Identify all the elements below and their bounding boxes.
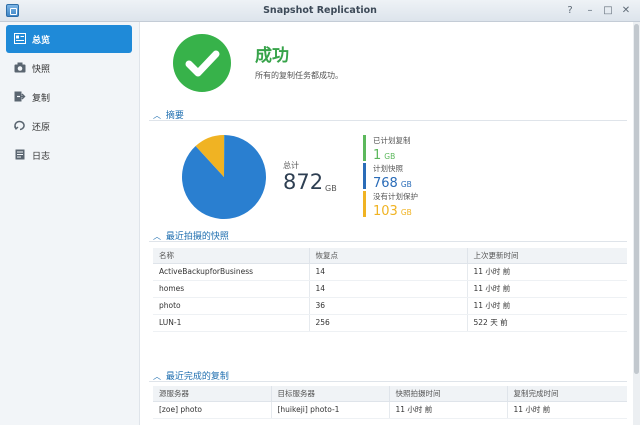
snapshot-restore-points: 14 xyxy=(309,280,468,298)
snapshot-last-updated: 11 小时 前 xyxy=(467,280,627,298)
overview-icon xyxy=(14,33,26,44)
legend-item-scheduled-replication: 已计划复制 1 GB xyxy=(363,135,453,163)
column-header[interactable]: 源服务器 xyxy=(153,386,272,402)
storage-pie-chart xyxy=(182,135,266,219)
help-button[interactable]: ? xyxy=(563,4,577,18)
table-row[interactable]: ActiveBackupforBusiness 14 11 小时 前 xyxy=(153,263,627,281)
snapshot-restore-points: 36 xyxy=(309,297,468,315)
status-title: 成功 xyxy=(255,46,289,66)
legend-value: 768 xyxy=(373,176,398,191)
divider xyxy=(149,381,627,382)
replication-snapshot-time: 11 小时 前 xyxy=(389,401,508,419)
column-header[interactable]: 目标服务器 xyxy=(271,386,390,402)
snapshot-last-updated: 11 小时 前 xyxy=(467,263,627,281)
snapshot-name: photo xyxy=(153,297,310,315)
column-header[interactable]: 名称 xyxy=(153,248,310,264)
legend-unit: GB xyxy=(384,152,396,161)
legend-value: 103 xyxy=(373,204,398,219)
legend-item-scheduled-snapshot: 计划快照 768 GB xyxy=(363,163,453,191)
total-value: 872 xyxy=(283,170,324,194)
table-row[interactable]: homes 14 11 小时 前 xyxy=(153,280,627,298)
total-unit: GB xyxy=(325,184,337,193)
window-title: Snapshot Replication xyxy=(263,5,377,16)
snapshots-table: 名称 恢复点 上次更新时间 ActiveBackupforBusiness 14… xyxy=(153,248,627,332)
vertical-scrollbar[interactable] xyxy=(633,22,640,425)
legend-label: 没有计划保护 xyxy=(373,192,418,201)
table-row[interactable]: [zoe] photo [huikeji] photo-1 11 小时 前 11… xyxy=(153,401,627,419)
column-header[interactable]: 上次更新时间 xyxy=(467,248,627,264)
status-description: 所有的复制任务都成功。 xyxy=(255,71,343,80)
restore-icon xyxy=(14,120,25,131)
snapshot-restore-points: 256 xyxy=(309,314,468,332)
snapshot-last-updated: 522 天 前 xyxy=(467,314,627,332)
snapshot-last-updated: 11 小时 前 xyxy=(467,297,627,315)
replication-target: [huikeji] photo-1 xyxy=(271,401,390,419)
sidebar-item-label: 复制 xyxy=(32,94,51,104)
sidebar: 总览 快照 复制 还原 日志 xyxy=(0,22,140,425)
legend-label: 已计划复制 xyxy=(373,136,411,145)
sidebar-item-snapshot[interactable]: 快照 xyxy=(6,54,132,82)
snapshot-restore-points: 14 xyxy=(309,263,468,281)
replication-source: [zoe] photo xyxy=(153,401,272,419)
maximize-button[interactable]: □ xyxy=(601,4,615,18)
sidebar-item-log[interactable]: 日志 xyxy=(6,141,132,169)
legend-item-unprotected: 没有计划保护 103 GB xyxy=(363,191,453,219)
replication-completed-time: 11 小时 前 xyxy=(507,401,627,419)
replications-table: 源服务器 目标服务器 快照拍摄时间 复制完成时间 [zoe] photo [hu… xyxy=(153,386,627,419)
legend-label: 计划快照 xyxy=(373,164,403,173)
sidebar-item-label: 快照 xyxy=(32,65,51,75)
scrollbar-thumb[interactable] xyxy=(634,24,639,374)
sidebar-item-label: 日志 xyxy=(32,152,51,162)
minimize-button[interactable]: – xyxy=(583,4,597,18)
divider xyxy=(149,120,627,121)
window-titlebar: Snapshot Replication ? – □ ✕ xyxy=(0,0,640,22)
sidebar-item-label: 还原 xyxy=(32,123,51,133)
sidebar-item-restore[interactable]: 还原 xyxy=(6,112,132,140)
table-header-row: 名称 恢复点 上次更新时间 xyxy=(153,248,627,264)
legend-value: 1 xyxy=(373,148,382,163)
sidebar-item-overview[interactable]: 总览 xyxy=(6,25,132,53)
snapshot-name: LUN-1 xyxy=(153,314,310,332)
table-header-row: 源服务器 目标服务器 快照拍摄时间 复制完成时间 xyxy=(153,386,627,402)
snapshot-name: ActiveBackupforBusiness xyxy=(153,263,310,281)
divider xyxy=(149,241,627,242)
sidebar-item-label: 总览 xyxy=(32,36,51,46)
camera-icon xyxy=(14,62,26,73)
snapshot-name: homes xyxy=(153,280,310,298)
table-row[interactable]: LUN-1 256 522 天 前 xyxy=(153,314,627,332)
column-header[interactable]: 恢复点 xyxy=(309,248,468,264)
column-header[interactable]: 快照拍摄时间 xyxy=(389,386,508,402)
sidebar-item-replication[interactable]: 复制 xyxy=(6,83,132,111)
main-content: 成功 所有的复制任务都成功。 ︿ 摘要 总计 872 GB 已计划复制 1 GB … xyxy=(141,22,633,425)
log-icon xyxy=(15,149,25,160)
legend-unit: GB xyxy=(400,180,412,189)
legend-unit: GB xyxy=(400,208,412,217)
column-header[interactable]: 复制完成时间 xyxy=(507,386,627,402)
close-button[interactable]: ✕ xyxy=(619,4,633,18)
success-icon xyxy=(173,34,231,92)
replication-icon xyxy=(14,91,26,102)
table-row[interactable]: photo 36 11 小时 前 xyxy=(153,297,627,315)
